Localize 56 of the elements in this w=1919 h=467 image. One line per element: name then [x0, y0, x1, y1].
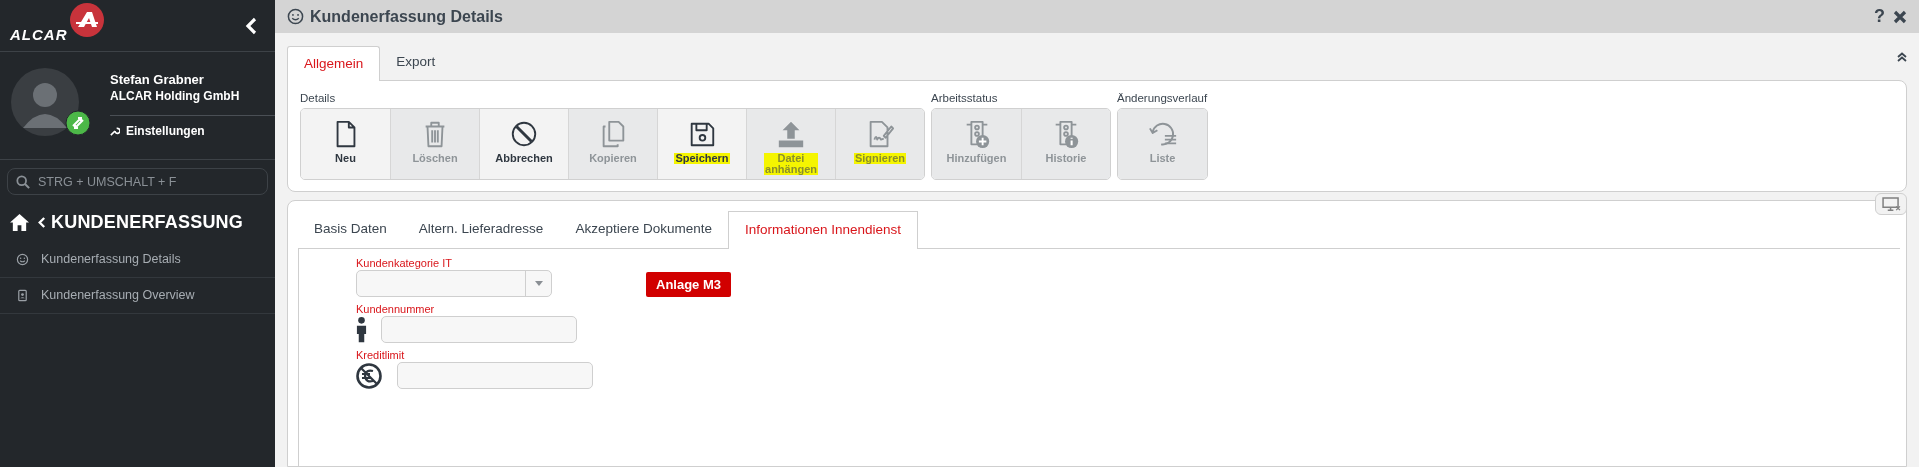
logo-text: ALCAR [10, 25, 68, 45]
user-name: Stefan Grabner [110, 72, 205, 88]
home-button[interactable] [9, 213, 30, 232]
field-label: Kundenkategorie IT [356, 257, 453, 270]
text-field[interactable] [397, 362, 593, 389]
anlage-button[interactable]: Anlage M3 [646, 272, 731, 297]
caret-down-icon [534, 281, 543, 286]
ribbon-tab[interactable]: Allgemein [287, 46, 381, 81]
close-button[interactable] [1893, 9, 1907, 24]
contact-card-icon [16, 289, 29, 302]
person-icon [356, 316, 367, 343]
collapse-sidebar-button[interactable] [243, 15, 259, 36]
display-settings-button[interactable] [1875, 193, 1907, 215]
close-icon [1893, 9, 1907, 24]
collapse-ribbon-button[interactable] [1897, 52, 1907, 62]
form-tab[interactable]: Altern. Lieferadresse [402, 210, 560, 248]
highlight-mark: Datei anhängen [764, 153, 818, 175]
sync-icon [65, 110, 91, 136]
chevron-left-icon [37, 216, 46, 229]
form-tab[interactable]: Basis Daten [298, 210, 403, 248]
logo-icon [69, 2, 104, 37]
highlight-mark: Signieren [853, 153, 907, 164]
form-tab[interactable]: Informationen Innendienst [727, 211, 919, 249]
group-label: Details [300, 91, 337, 106]
search-field[interactable]: STRG + UMSCHALT + F [7, 168, 268, 195]
group-label: Arbeitsstatus [931, 91, 999, 106]
group-label: Änderungsverlauf [1117, 91, 1208, 106]
window-title: Kundenerfassung Details [310, 6, 503, 27]
smiley-icon [16, 253, 29, 266]
highlight-mark: Speichern [674, 153, 730, 164]
euro-icon [356, 362, 382, 389]
field-label: Kundennummer [356, 303, 436, 316]
search-icon [16, 175, 30, 189]
toolbar-button[interactable]: Speichern [657, 109, 746, 179]
settings-link[interactable]: Einstellungen [110, 122, 205, 140]
help-button[interactable]: ? [1874, 3, 1885, 30]
double-chevron-up-icon [1897, 52, 1907, 62]
text-field[interactable] [381, 316, 577, 343]
sidebar-item[interactable]: Kundenerfassung Details [0, 242, 275, 278]
avatar-icon [11, 68, 79, 136]
wrench-icon [110, 126, 120, 136]
back-button[interactable] [37, 216, 46, 229]
field-label: Kreditlimit [356, 349, 406, 362]
dropdown-field[interactable] [356, 270, 552, 297]
form-tab[interactable]: Akzeptiere Dokumente [559, 210, 728, 248]
home-icon [9, 213, 30, 232]
ban-icon [509, 119, 539, 149]
ribbon-tab[interactable]: Export [380, 45, 452, 80]
upload-icon [776, 119, 806, 149]
toolbar-button[interactable]: Neu [301, 109, 390, 179]
monitor-icon [1881, 196, 1901, 212]
smiley-icon [287, 8, 304, 25]
company-name: ALCAR Holding GmbH [110, 88, 241, 104]
section-title: KUNDENERFASSUNG [51, 211, 244, 234]
toolbar-button[interactable]: Abbrechen [479, 109, 568, 179]
chevron-left-icon [245, 16, 257, 35]
